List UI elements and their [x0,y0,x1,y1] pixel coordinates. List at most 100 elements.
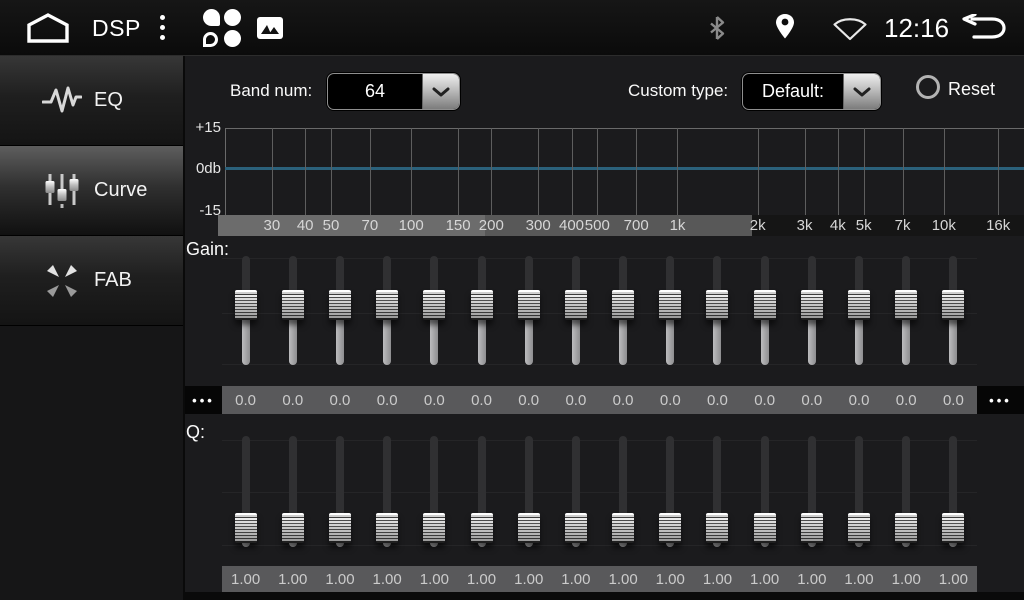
q-slider-thumb[interactable] [848,513,870,543]
grid-line-vertical [636,128,637,215]
q-value: 1.00 [505,566,552,592]
gain-value: 0.0 [222,386,269,414]
gain-slider-thumb[interactable] [895,290,917,320]
gain-slider-thumb[interactable] [942,290,964,320]
q-slider-thumb[interactable] [518,513,540,543]
freq-tick-label: 1k [670,215,686,236]
kebab-menu-icon[interactable] [160,15,165,40]
freq-tick-label: 70 [362,215,379,236]
back-icon[interactable] [956,14,1008,42]
gain-slider [364,250,411,382]
freq-tick-label: 4k [830,215,846,236]
gain-slider-thumb[interactable] [706,290,728,320]
q-value: 1.00 [741,566,788,592]
gain-slider-thumb[interactable] [612,290,634,320]
q-slider-thumb[interactable] [895,513,917,543]
clover-apps-icon[interactable] [203,9,241,47]
freq-tick-label: 7k [895,215,911,236]
q-slider-thumb[interactable] [329,513,351,543]
grid-line-vertical [370,128,371,215]
sidebar-item-label: FAB [94,269,132,292]
reset-radio[interactable] [916,75,940,99]
q-slider [788,434,835,562]
gain-slider-thumb[interactable] [376,290,398,320]
q-slider-thumb[interactable] [282,513,304,543]
grid-line-vertical [944,128,945,215]
gain-value: 0.0 [930,386,977,414]
sidebar-item-label: Curve [94,179,147,202]
gain-slider-thumb[interactable] [518,290,540,320]
freq-tick-label: 2k [750,215,766,236]
gain-slider-thumb[interactable] [565,290,587,320]
grid-line-vertical [597,128,598,215]
q-slider [552,434,599,562]
waveform-icon [42,81,82,121]
sidebar-item-eq[interactable]: EQ [0,56,183,146]
q-slider-thumb[interactable] [471,513,493,543]
q-slider-thumb[interactable] [706,513,728,543]
gain-value: 0.0 [883,386,930,414]
gain-slider-thumb[interactable] [235,290,257,320]
q-slider-thumb[interactable] [565,513,587,543]
status-bar: DSP 12:16 [0,0,1024,56]
q-slider [883,434,930,562]
dsp-app-window: DSP 12:16 EQ [0,0,1024,600]
freq-tick-label: 16k [986,215,1010,236]
q-value: 1.00 [883,566,930,592]
band-num-dropdown[interactable]: 64 [327,73,460,110]
clock: 12:16 [884,13,949,43]
freq-tick-label: 100 [399,215,424,236]
gain-slider-thumb[interactable] [754,290,776,320]
gain-slider-thumb[interactable] [329,290,351,320]
q-slider-thumb[interactable] [235,513,257,543]
band-num-label: Band num: [230,81,312,101]
q-slider [458,434,505,562]
custom-type-value: Default: [743,74,843,109]
gallery-icon[interactable] [256,16,284,40]
freq-axis[interactable]: 304050701001502003004005007001k2k3k4k5k7… [218,215,1024,236]
wifi-icon [832,18,868,41]
q-value: 1.00 [552,566,599,592]
q-slider-thumb[interactable] [942,513,964,543]
freq-tick-label: 3k [797,215,813,236]
gain-slider-thumb[interactable] [471,290,493,320]
q-slider-thumb[interactable] [423,513,445,543]
q-slider-thumb[interactable] [801,513,823,543]
sidebar-item-fab[interactable]: FAB [0,236,183,326]
scroll-left-button[interactable]: ••• [185,386,222,414]
q-slider-thumb[interactable] [659,513,681,543]
quad-arrows-icon [42,261,82,301]
gain-slider-thumb[interactable] [423,290,445,320]
gain-slider-thumb[interactable] [848,290,870,320]
y-tick-minus15: -15 [185,202,221,219]
q-slider-thumb[interactable] [754,513,776,543]
curve-panel: Band num: 64 Custom type: Default: Reset… [185,56,1024,600]
gain-slider-thumb[interactable] [282,290,304,320]
grid-line-vertical [331,128,332,215]
q-slider-thumb[interactable] [376,513,398,543]
gain-slider [835,250,882,382]
q-slider-thumb[interactable] [612,513,634,543]
custom-type-dropdown[interactable]: Default: [742,73,881,110]
freq-tick-label: 5k [856,215,872,236]
home-icon[interactable] [24,12,72,44]
scroll-right-button[interactable]: ••• [977,386,1024,414]
gain-slider-thumb[interactable] [659,290,681,320]
q-value: 1.00 [269,566,316,592]
bottom-divider [185,592,1024,600]
gain-slider [505,250,552,382]
gain-slider [741,250,788,382]
gain-value: 0.0 [788,386,835,414]
sidebar: EQ Curve [0,56,185,600]
grid-line-vertical [903,128,904,215]
grid-line-vertical [538,128,539,215]
q-slider [269,434,316,562]
axis-segment-dark [752,215,1024,236]
q-value: 1.00 [222,566,269,592]
q-slider [222,434,269,562]
sidebar-item-curve[interactable]: Curve [0,146,183,236]
grid-line-vertical [864,128,865,215]
q-slider [411,434,458,562]
gain-slider-thumb[interactable] [801,290,823,320]
q-slider [316,434,363,562]
